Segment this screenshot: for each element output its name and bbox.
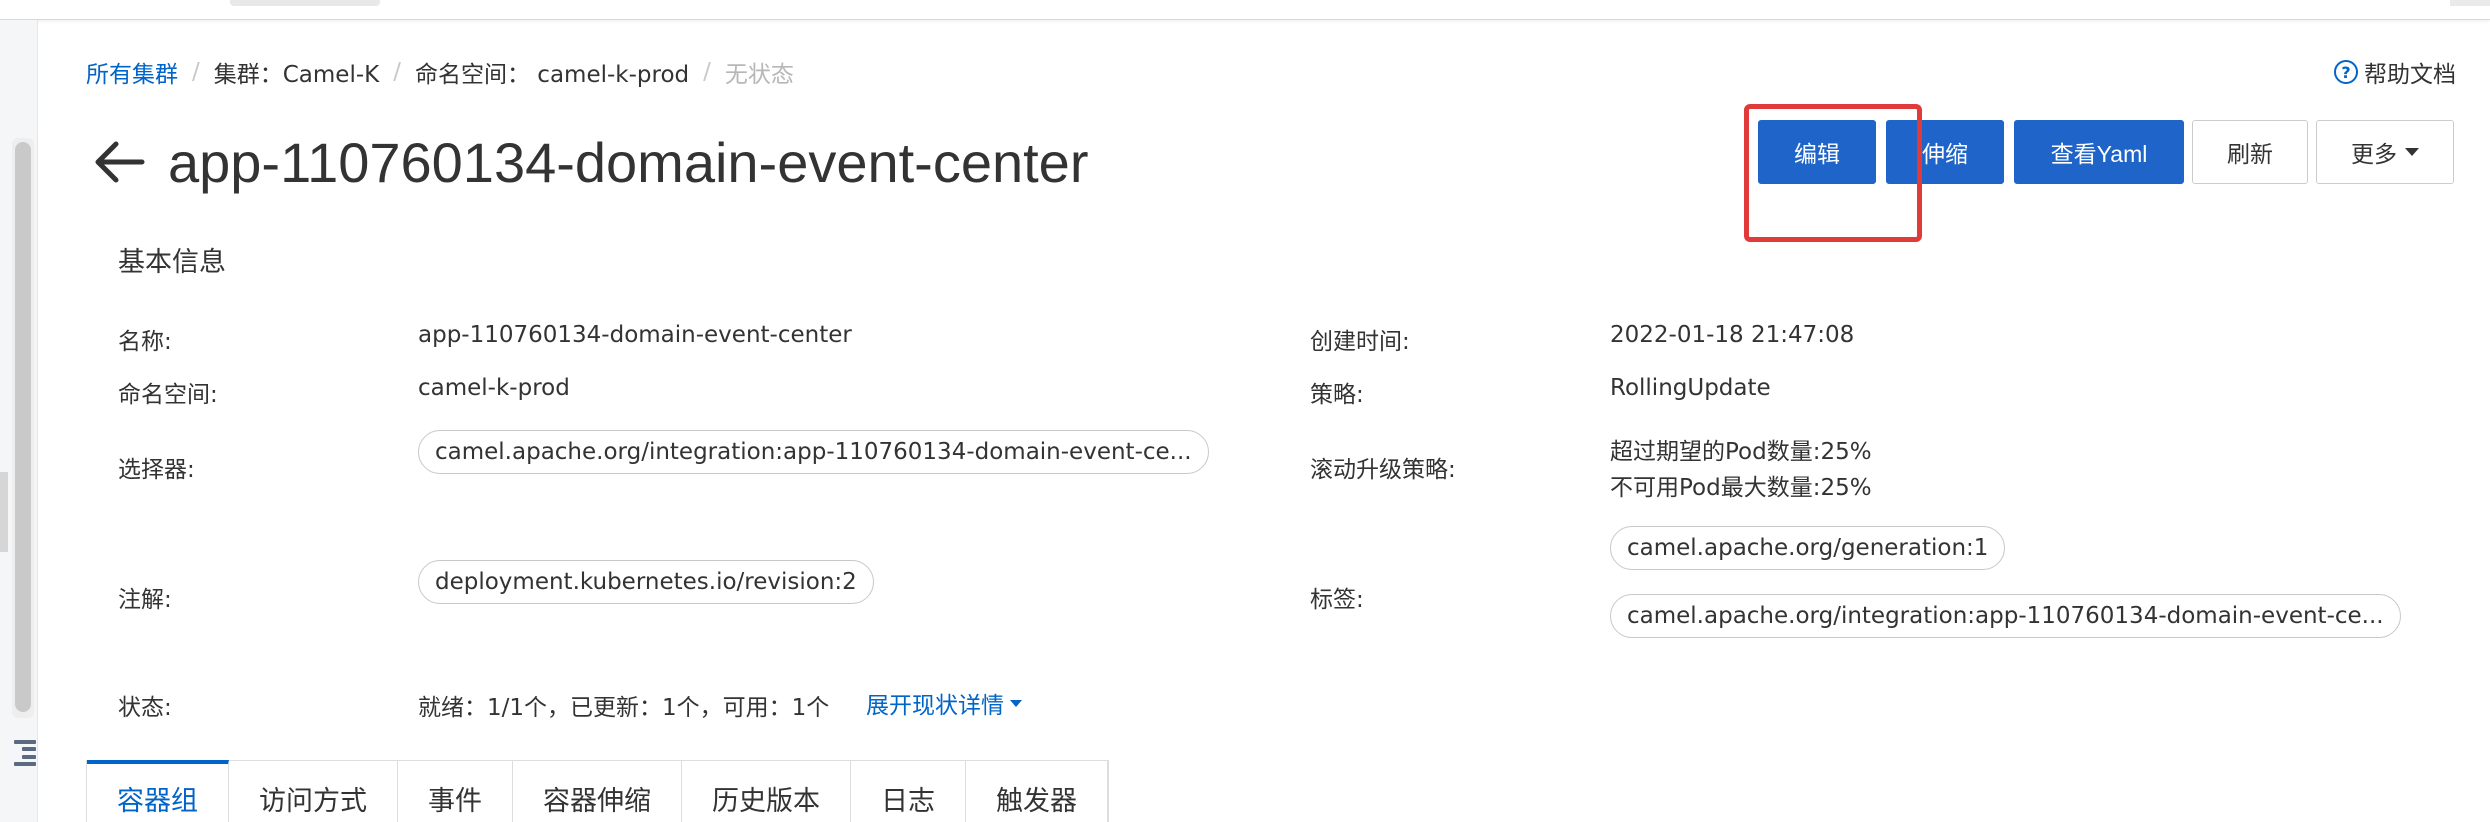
breadcrumb: 所有集群 / 集群：Camel-K / 命名空间： camel-k-prod /… [86,54,794,90]
label-tag[interactable]: camel.apache.org/generation:1 [1610,526,2006,570]
help-docs-link[interactable]: ? 帮助文档 [2334,54,2456,90]
left-rail [0,20,38,822]
tab-triggers[interactable]: 触发器 [966,760,1108,822]
name-label: 名称: [118,329,172,355]
collapse-menu-icon[interactable] [12,736,38,770]
page-title: app-110760134-domain-event-center [168,130,1089,194]
detail-tabs: 容器组 访问方式 事件 容器伸缩 历史版本 日志 触发器 [86,760,1109,822]
tab-pods[interactable]: 容器组 [87,760,229,822]
caret-down-icon [2405,148,2419,156]
expand-status-link[interactable]: 展开现状详情 [866,686,1022,720]
status-value: 就绪：1/1个，已更新：1个，可用：1个 [418,695,830,721]
breadcrumb-namespace[interactable]: 命名空间： camel-k-prod [415,55,689,89]
scale-button[interactable]: 伸缩 [1886,120,2004,184]
more-dropdown[interactable]: 更多 [2316,120,2454,184]
name-value: app-110760134-domain-event-center [418,322,852,348]
question-circle-icon: ? [2334,60,2358,84]
breadcrumb-separator: / [393,59,401,85]
back-arrow-icon[interactable] [92,140,146,184]
tab-history[interactable]: 历史版本 [682,760,851,822]
namespace-value: camel-k-prod [418,375,570,401]
created-label: 创建时间: [1310,329,1410,355]
selector-label: 选择器: [118,457,195,483]
breadcrumb-all-clusters[interactable]: 所有集群 [86,55,178,89]
rolling-update-label: 滚动升级策略: [1310,457,1456,483]
annotation-label: 注解: [118,587,172,613]
tab-autoscaling[interactable]: 容器伸缩 [513,760,682,822]
tab-logs[interactable]: 日志 [851,760,966,822]
rail-marker [0,472,8,552]
breadcrumb-separator: / [192,59,200,85]
rolling-max-unavailable: 不可用Pod最大数量:25% [1610,475,1872,501]
top-bar-corner [2450,0,2490,6]
more-dropdown-label: 更多 [2351,141,2397,167]
expand-status-label: 展开现状详情 [866,693,1004,719]
breadcrumb-cluster[interactable]: 集群：Camel-K [214,55,379,89]
view-yaml-button[interactable]: 查看Yaml [2014,120,2184,184]
refresh-button[interactable]: 刷新 [2192,120,2308,184]
status-label: 状态: [118,695,172,721]
breadcrumb-separator: / [703,59,711,85]
top-bar [0,0,2490,20]
annotation-tag[interactable]: deployment.kubernetes.io/revision:2 [418,560,874,604]
help-docs-label: 帮助文档 [2364,62,2456,88]
caret-down-icon [1010,699,1022,707]
page-header: app-110760134-domain-event-center [92,128,1088,196]
strategy-label: 策略: [1310,382,1364,408]
section-title-basic-info: 基本信息 [118,247,226,278]
rail-scrollbar[interactable] [15,142,31,712]
label-tag[interactable]: camel.apache.org/integration:app-1107601… [1610,594,2401,638]
edit-button[interactable]: 编辑 [1758,120,1876,184]
rolling-max-surge: 超过期望的Pod数量:25% [1610,439,1872,465]
labels-label: 标签: [1310,587,1364,613]
top-bar-tab[interactable] [230,0,380,6]
selector-tag[interactable]: camel.apache.org/integration:app-1107601… [418,430,1209,474]
created-value: 2022-01-18 21:47:08 [1610,322,1855,348]
tab-events[interactable]: 事件 [398,760,513,822]
namespace-label: 命名空间: [118,382,218,408]
strategy-value: RollingUpdate [1610,375,1771,401]
tab-access[interactable]: 访问方式 [229,760,398,822]
breadcrumb-current: 无状态 [724,62,794,88]
